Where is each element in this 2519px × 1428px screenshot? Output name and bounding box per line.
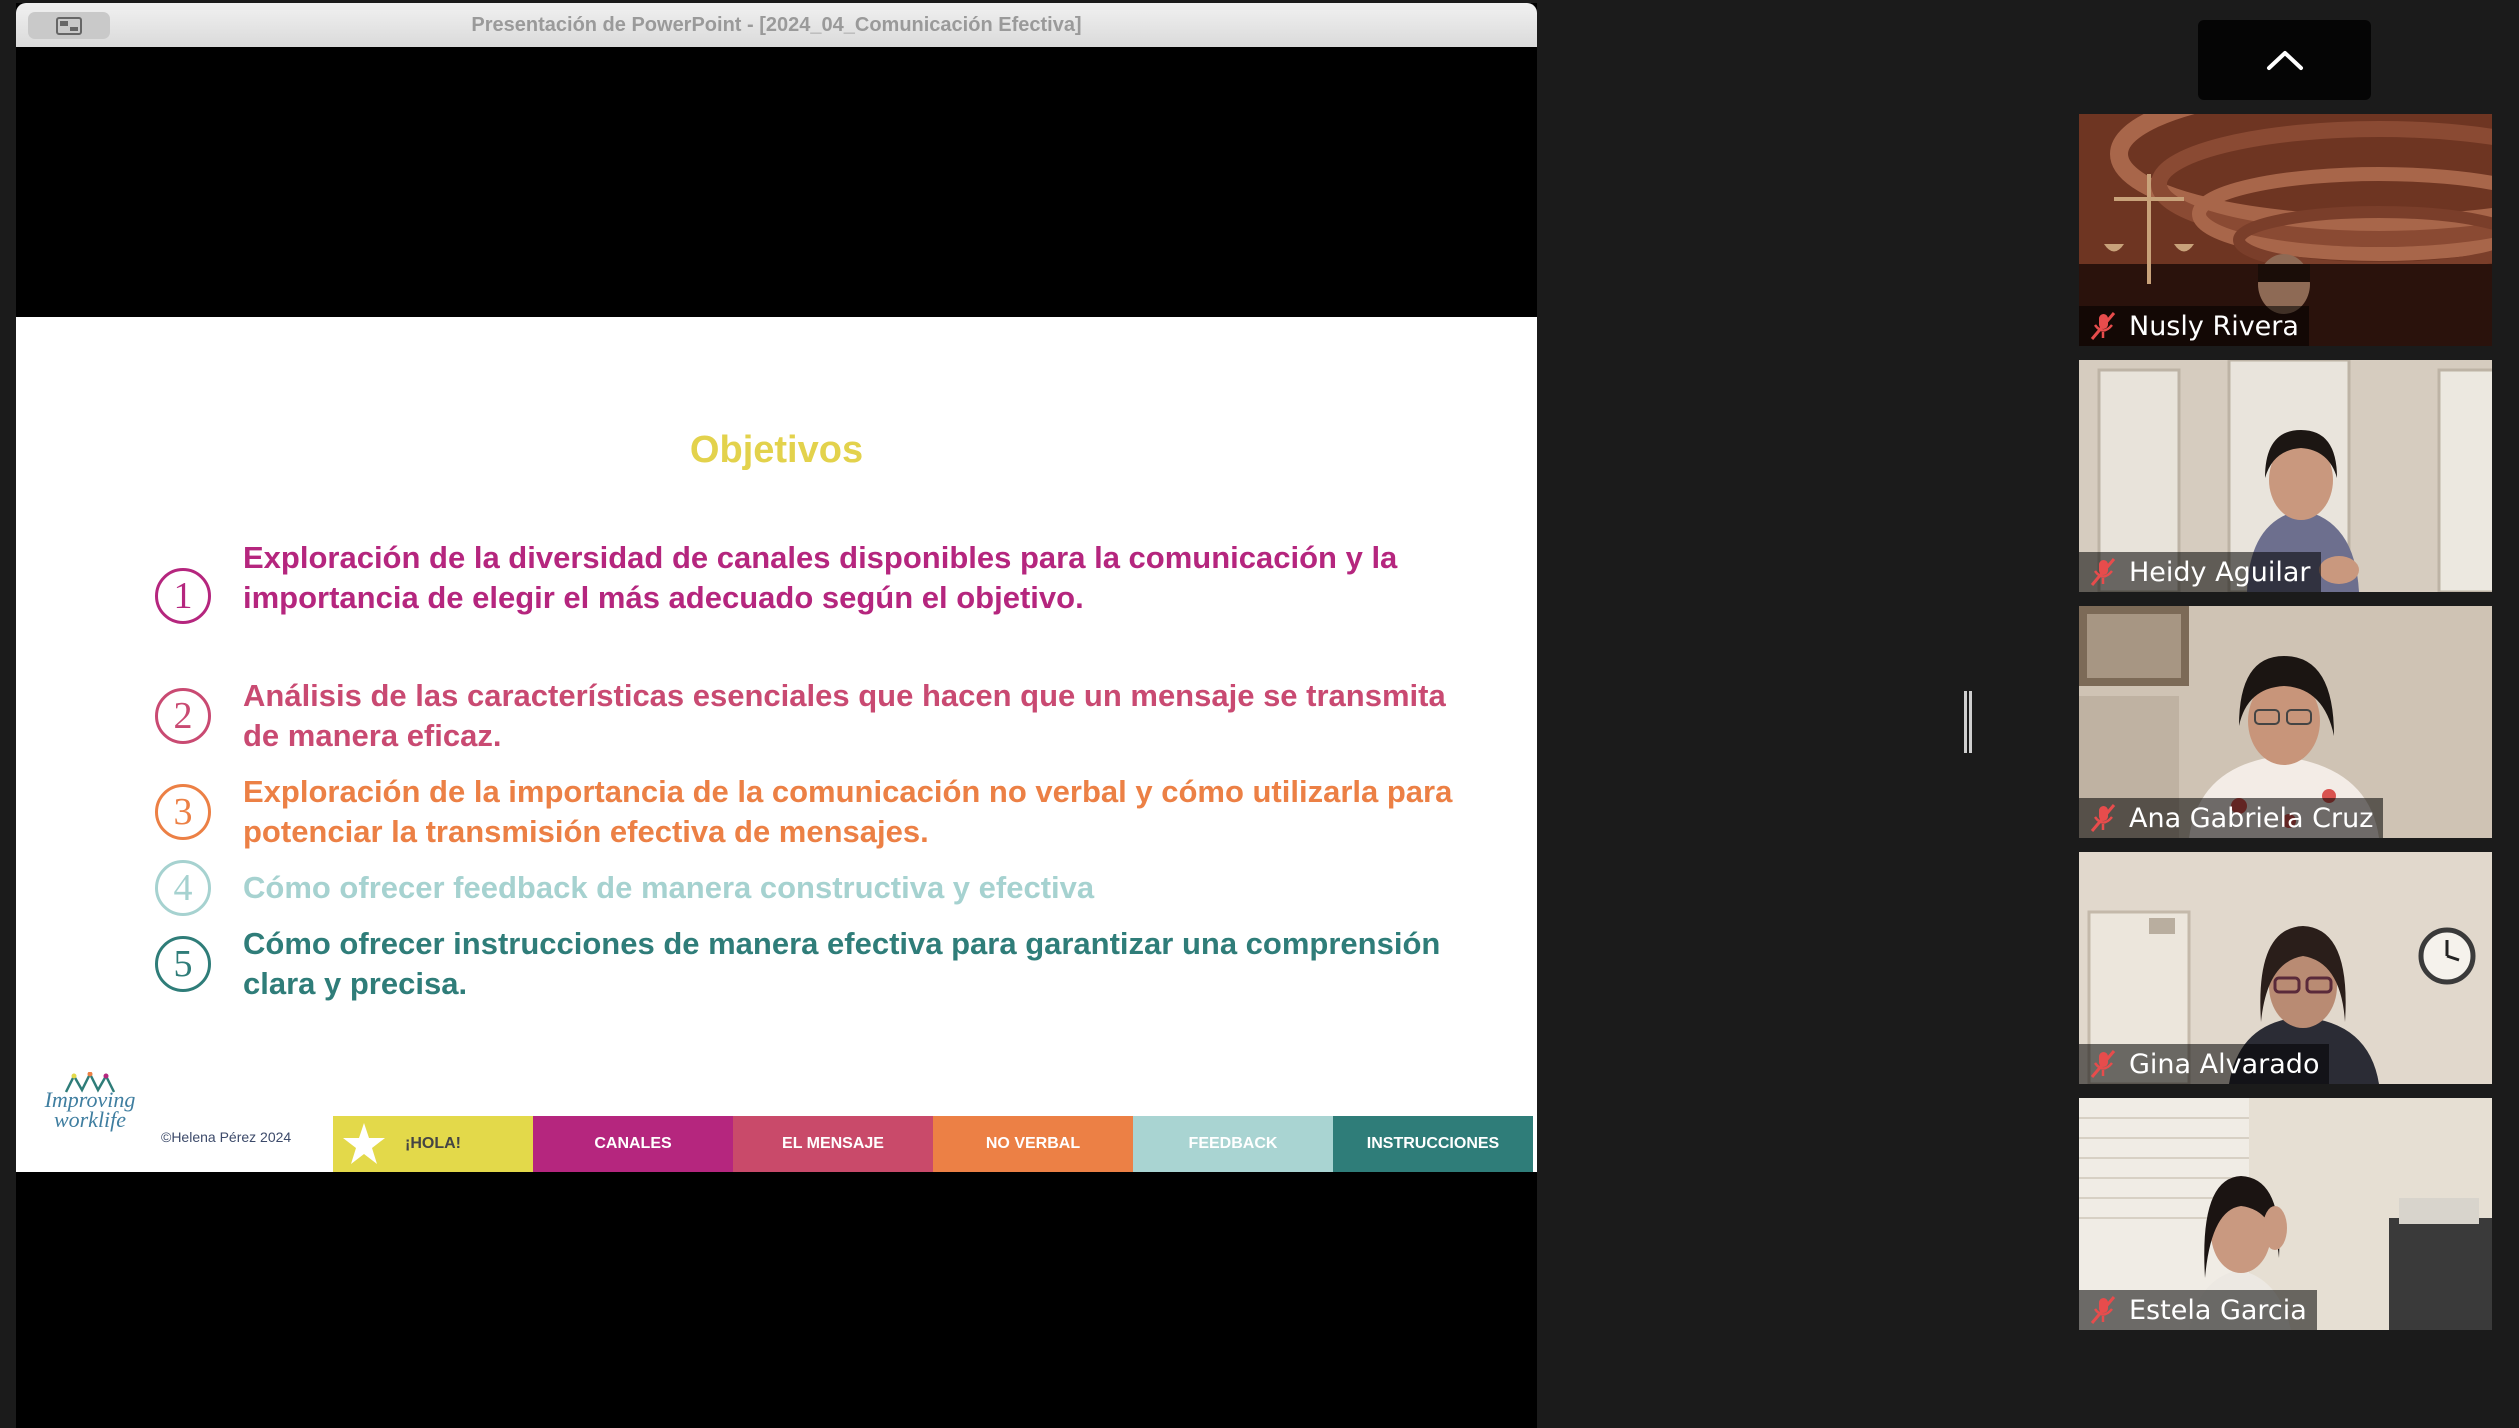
footer-tab-hola[interactable]: ¡HOLA!: [333, 1116, 533, 1172]
objective-number: 5: [155, 936, 211, 992]
footer-tab-instrucciones[interactable]: INSTRUCCIONES: [1333, 1116, 1533, 1172]
footer-tab-el-mensaje[interactable]: EL MENSAJE: [733, 1116, 933, 1172]
participant-name-badge: Gina Alvarado: [2079, 1044, 2330, 1084]
participant-tile-nusly-rivera[interactable]: Nusly Rivera: [2079, 114, 2492, 346]
objective-number: 4: [155, 860, 211, 916]
participant-name: Heidy Aguilar: [2129, 556, 2311, 588]
muted-mic-icon: [2090, 1296, 2116, 1324]
chevron-up-icon: [2266, 51, 2303, 70]
footer-tab-label: ¡HOLA!: [405, 1135, 461, 1152]
footer-tab-label: CANALES: [594, 1135, 672, 1152]
objective-text: Cómo ofrecer feedback de manera construc…: [243, 870, 1095, 905]
participant-name: Estela Garcia: [2129, 1294, 2307, 1326]
objective-text: Exploración de la importancia de la comu…: [243, 774, 1453, 849]
muted-mic-icon: [2090, 312, 2116, 340]
logo-text: Improving worklife: [44, 1087, 136, 1132]
star-icon: [343, 1123, 385, 1164]
muted-mic-icon: [2090, 558, 2116, 586]
participant-name-badge: Heidy Aguilar: [2079, 552, 2321, 592]
window-titlebar: Presentación de PowerPoint - [2024_04_Co…: [16, 3, 1537, 47]
footer-tab-label: NO VERBAL: [985, 1135, 1081, 1152]
slide-title: Objetivos: [689, 429, 864, 471]
muted-mic-icon: [2090, 804, 2116, 832]
panel-resize-handle[interactable]: [1963, 691, 1973, 753]
footer-tab-label: INSTRUCCIONES: [1366, 1135, 1500, 1152]
objective-number: 1: [155, 568, 211, 624]
objective-text: Exploración de la diversidad de canales …: [243, 540, 1398, 615]
participant-name: Ana Gabriela Cruz: [2129, 802, 2374, 834]
participant-name-badge: Ana Gabriela Cruz: [2079, 798, 2384, 838]
objective-text: Cómo ofrecer instrucciones de manera efe…: [243, 926, 1441, 1001]
participant-name: Gina Alvarado: [2129, 1048, 2320, 1080]
participant-tile-estela-garcia[interactable]: Estela Garcia: [2079, 1098, 2492, 1330]
participant-name: Nusly Rivera: [2129, 310, 2299, 342]
footer-tab-no-verbal[interactable]: NO VERBAL: [933, 1116, 1133, 1172]
muted-mic-icon: [2090, 1050, 2116, 1078]
improving-worklife-logo: Improving worklife: [44, 1072, 136, 1147]
shared-screen: Presentación de PowerPoint - [2024_04_Co…: [16, 3, 1537, 1428]
objective-number: 2: [155, 688, 211, 744]
footer-tab-canales[interactable]: CANALES: [533, 1116, 733, 1172]
presentation-slide: Objetivos 1 Exploración de la diversidad…: [16, 317, 1537, 1172]
window-title: Presentación de PowerPoint - [2024_04_Co…: [471, 14, 1082, 36]
footer-tab-feedback[interactable]: FEEDBACK: [1133, 1116, 1333, 1172]
collapse-gallery-button[interactable]: [2198, 20, 2371, 100]
footer-tab-label: FEEDBACK: [1188, 1135, 1278, 1152]
slide-footer-nav: ¡HOLA! CANALES EL MENSAJE NO VERBAL FEED…: [333, 1116, 1533, 1172]
objective-number: 3: [155, 784, 211, 840]
copyright-text: ©Helena Pérez 2024: [161, 1129, 292, 1145]
footer-tab-label: EL MENSAJE: [782, 1135, 884, 1152]
objective-text: Análisis de las características esencial…: [243, 678, 1446, 753]
participant-name-badge: Estela Garcia: [2079, 1290, 2317, 1330]
participant-name-badge: Nusly Rivera: [2079, 306, 2309, 346]
participant-tile-heidy-aguilar[interactable]: Heidy Aguilar: [2079, 360, 2492, 592]
participant-tile-gina-alvarado[interactable]: Gina Alvarado: [2079, 852, 2492, 1084]
participant-tile-ana-gabriela-cruz[interactable]: Ana Gabriela Cruz: [2079, 606, 2492, 838]
